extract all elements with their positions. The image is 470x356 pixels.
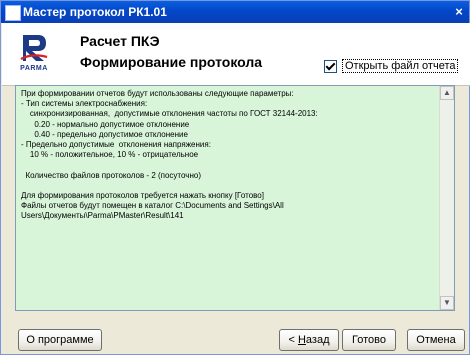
window-title: Мастер протокол РК1.01 [23, 5, 167, 19]
report-parameters-text: При формировании отчетов будут использов… [21, 89, 318, 221]
finish-button[interactable]: Готово [342, 329, 396, 351]
close-icon[interactable]: × [451, 4, 467, 20]
parma-logo: PARMA [16, 31, 52, 77]
about-button[interactable]: О программе [18, 329, 102, 351]
logo-text: PARMA [20, 65, 48, 72]
page-title: Расчет ПКЭ [80, 33, 160, 49]
parma-logo-mark-icon [20, 35, 48, 61]
back-button[interactable]: < Назад [279, 329, 339, 351]
page-subtitle: Формирование протокола [80, 54, 263, 70]
wizard-window: Мастер протокол РК1.01 × PARMA Расчет ПК… [0, 0, 470, 355]
back-button-rest: азад [305, 334, 330, 346]
title-bar[interactable]: Мастер протокол РК1.01 × [1, 1, 469, 23]
cancel-button[interactable]: Отмена [407, 329, 465, 351]
open-report-label[interactable]: Открыть файл отчета [342, 59, 459, 73]
back-button-hotkey: Н [297, 334, 306, 346]
open-report-checkbox[interactable]: Открыть файл отчета [324, 59, 459, 73]
scroll-up-icon[interactable]: ▲ [440, 86, 454, 100]
wizard-header: PARMA Расчет ПКЭ Формирование протокола … [2, 23, 470, 86]
app-icon [5, 5, 21, 21]
vertical-scrollbar[interactable]: ▲ ▼ [439, 86, 454, 310]
report-parameters-textarea[interactable]: При формировании отчетов будут использов… [15, 85, 455, 311]
button-row: О программе < Назад Готово Отмена [1, 317, 470, 356]
scroll-down-icon[interactable]: ▼ [440, 296, 454, 310]
checkbox-checked-icon[interactable] [324, 59, 337, 73]
back-button-prefix: < [288, 334, 298, 346]
